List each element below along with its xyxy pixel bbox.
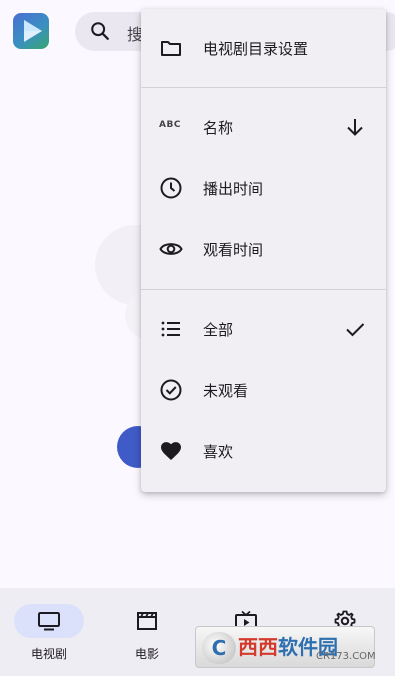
app-logo-icon[interactable] [13,13,49,49]
menu-item-filter-all[interactable]: 全部 [141,301,386,357]
arrow-down-icon [343,115,367,139]
menu-divider [141,87,386,88]
list-icon [159,317,183,341]
nav-label: 电视剧 [30,647,67,661]
eye-icon [159,237,183,261]
folder-icon [159,36,183,60]
watermark-emblem-icon: C [202,632,236,664]
clapperboard-icon [135,609,159,633]
search-icon [89,20,111,46]
menu-item-label: 播出时间 [203,180,264,198]
tv-icon [37,609,61,633]
menu-item-label: 全部 [203,321,234,339]
menu-item-label: 名称 [203,119,234,137]
nav-item-movies[interactable]: 电影 [98,588,196,676]
nav-label: 电影 [134,647,159,661]
menu-item-filter-unwatched[interactable]: 未观看 [141,362,386,418]
watermark-logo: C 西西软件园 CR173.COM [195,626,376,668]
directory-settings-menu: 电视剧目录设置 ABC 名称 播出时间 观看时间 全部 未观看 喜欢 [141,9,386,492]
nav-item-tv[interactable]: 电视剧 [0,588,98,676]
menu-divider [141,289,386,290]
menu-item-label: 未观看 [203,382,249,400]
menu-item-filter-favorites[interactable]: 喜欢 [141,423,386,479]
menu-item-label: 观看时间 [203,241,264,259]
clock-icon [159,176,183,200]
watermark-url: CR173.COM [316,651,376,662]
menu-item-directory-settings[interactable]: 电视剧目录设置 [141,20,386,76]
check-circle-icon [159,378,183,402]
menu-item-sort-name[interactable]: ABC 名称 [141,99,386,155]
menu-item-label: 喜欢 [203,443,234,461]
abc-icon: ABC [159,120,181,130]
menu-item-label: 电视剧目录设置 [203,40,309,58]
menu-item-sort-watch-time[interactable]: 观看时间 [141,221,386,277]
check-icon [343,317,367,341]
watermark-brand-red: 西西 [238,635,278,659]
menu-item-sort-air-time[interactable]: 播出时间 [141,160,386,216]
heart-icon [159,439,183,463]
